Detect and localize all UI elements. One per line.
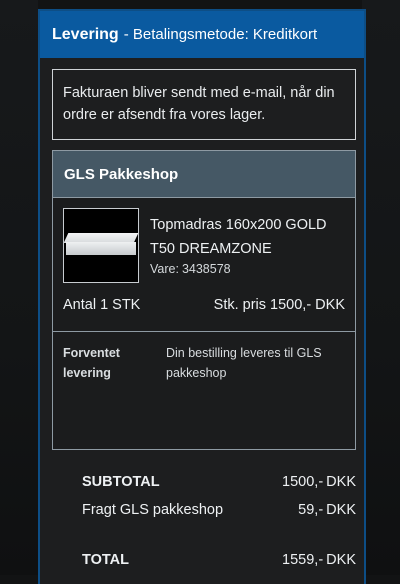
subtotal-row: SUBTOTAL 1500,- DKK <box>82 474 356 496</box>
quantity-label: Antal <box>63 297 97 313</box>
invoice-info-text: Fakturaen bliver sendt med e-mail, når d… <box>63 85 335 123</box>
mattress-image-side <box>66 242 136 255</box>
product-sku: Vare: 3438578 <box>150 262 231 276</box>
total-row: TOTAL 1559,- DKK <box>82 552 356 574</box>
total-label: TOTAL <box>82 552 129 568</box>
unit-price-value: 1500,- DKK <box>270 297 345 313</box>
delivery-header: Levering - Betalingsmetode: Kreditkort <box>40 11 364 58</box>
invoice-info-box: Fakturaen bliver sendt med e-mail, når d… <box>52 69 356 140</box>
shipping-fee-label: Fragt GLS pakkeshop <box>82 502 224 518</box>
subtotal-label: SUBTOTAL <box>82 474 160 490</box>
page-background-left <box>0 0 38 575</box>
product-sku-value: 3438578 <box>181 262 231 276</box>
shipping-fee-amount: 59,- <box>298 502 324 518</box>
subtotal-currency: DKK <box>326 474 356 490</box>
quantity: Antal 1 STK <box>63 297 140 313</box>
page-background-right <box>362 0 400 575</box>
total-amount: 1559,- <box>282 552 324 568</box>
subtotal-value: 1500,- DKK <box>282 474 356 496</box>
payment-method-subtitle: - Betalingsmetode: Kreditkort <box>123 26 318 43</box>
unit-price: Stk. pris 1500,- DKK <box>214 297 345 313</box>
shipping-method-title: GLS Pakkeshop <box>53 151 355 198</box>
expected-delivery-label: Forventet levering <box>63 346 120 380</box>
total-currency: DKK <box>326 552 356 568</box>
shipping-fee-row: Fragt GLS pakkeshop 59,- DKK <box>82 502 356 524</box>
shipping-fee-currency: DKK <box>326 502 356 518</box>
delivery-panel: Levering - Betalingsmetode: Kreditkort F… <box>38 9 366 584</box>
delivery-title: Levering <box>52 25 119 43</box>
product-image <box>63 208 139 283</box>
total-value: 1559,- DKK <box>282 552 356 574</box>
shipping-method-box: GLS Pakkeshop Topmadras 160x200 GOLD T50… <box>52 150 356 450</box>
unit-price-label: Stk. pris <box>213 297 267 313</box>
quantity-value: 1 STK <box>100 297 141 313</box>
shipping-fee-value: 59,- DKK <box>298 502 356 524</box>
shipping-divider <box>53 331 355 332</box>
product-name: Topmadras 160x200 GOLD T50 DREAMZONE <box>150 217 327 257</box>
subtotal-amount: 1500,- <box>282 474 324 490</box>
product-sku-label: Vare: <box>150 262 179 276</box>
expected-delivery-text: Din bestilling leveres til GLS pakkeshop <box>166 346 322 380</box>
